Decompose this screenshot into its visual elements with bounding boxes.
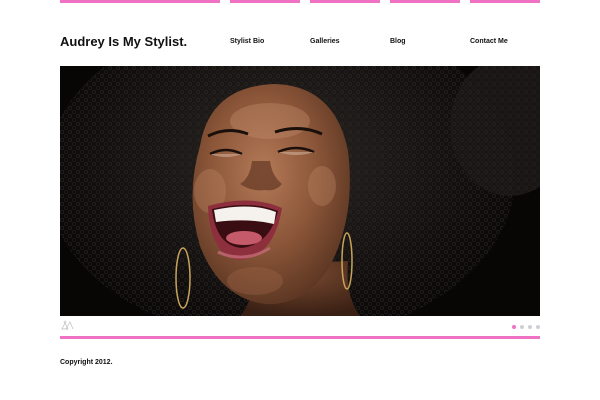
slider-dot-2[interactable]: [520, 325, 524, 329]
slider-pagination: [512, 325, 540, 330]
top-accent-bar: [230, 0, 300, 3]
nav-item-contact-me[interactable]: Contact Me: [470, 38, 508, 45]
nav-item-stylist-bio[interactable]: Stylist Bio: [230, 38, 264, 45]
hero-slider-image[interactable]: [60, 66, 540, 316]
slider-dot-3[interactable]: [528, 325, 532, 329]
top-accent-bar: [60, 0, 220, 3]
slider-dot-1[interactable]: [512, 325, 516, 329]
site-title[interactable]: Audrey Is My Stylist.: [60, 34, 187, 49]
smiling-woman-portrait: [60, 66, 540, 316]
copyright-text: Copyright 2012.: [60, 359, 113, 366]
footer-divider: [60, 336, 540, 339]
nav-item-galleries[interactable]: Galleries: [310, 38, 340, 45]
top-accent-bar: [470, 0, 540, 3]
nav-item-blog[interactable]: Blog: [390, 38, 406, 45]
top-accent-bar: [390, 0, 460, 3]
slider-thumbnail-icon[interactable]: [60, 320, 74, 330]
page: Audrey Is My Stylist. Stylist Bio Galler…: [0, 0, 600, 400]
slider-dot-4[interactable]: [536, 325, 540, 329]
top-accent-bar: [310, 0, 380, 3]
